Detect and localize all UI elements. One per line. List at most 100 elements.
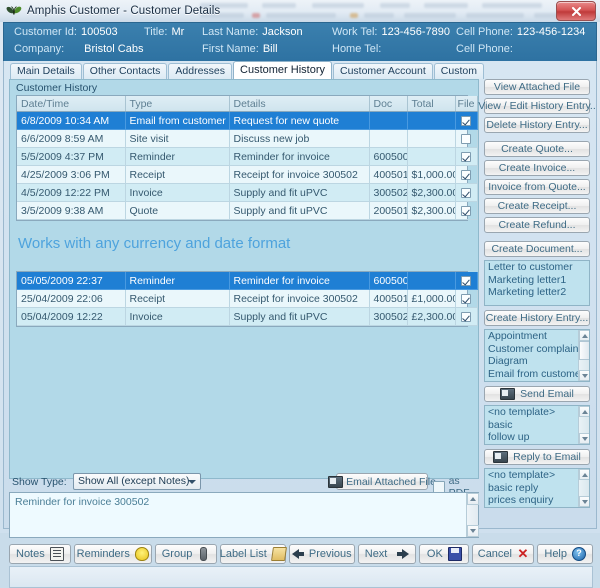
scroll-up-icon[interactable] (579, 406, 590, 417)
table-row[interactable]: 6/6/2009 8:59 AM Site visit Discuss new … (17, 130, 477, 148)
email-template-list[interactable]: <no template> basic follow up (484, 405, 590, 445)
file-checkbox[interactable] (461, 294, 471, 304)
previous-button-label: Previous (309, 548, 352, 560)
reminders-button[interactable]: Reminders (74, 544, 152, 564)
next-button[interactable]: Next (358, 544, 417, 564)
file-checkbox[interactable] (461, 188, 471, 198)
history-type-list[interactable]: Appointment Customer complaint Diagram E… (484, 329, 590, 382)
group-button[interactable]: Group (155, 544, 217, 564)
tab-main-details[interactable]: Main Details (10, 63, 82, 79)
cell-file[interactable] (455, 290, 477, 308)
tab-addresses[interactable]: Addresses (168, 63, 232, 79)
tab-customer-account[interactable]: Customer Account (333, 63, 433, 79)
file-checkbox[interactable] (461, 276, 471, 286)
scroll-up-icon[interactable] (579, 469, 590, 480)
table-row[interactable]: 05/04/2009 12:22 Invoice Supply and fit … (17, 308, 477, 326)
scroll-down-icon[interactable] (467, 525, 479, 537)
file-checkbox[interactable] (461, 134, 471, 144)
cancel-button[interactable]: Cancel ✕ (472, 544, 534, 564)
cell-file[interactable] (455, 148, 477, 166)
table-row[interactable]: 25/04/2009 22:06 Receipt Receipt for inv… (17, 290, 477, 308)
list-item[interactable]: Customer complaint (485, 343, 589, 356)
scroll-down-icon[interactable] (579, 433, 590, 444)
cell-file[interactable] (455, 202, 477, 220)
list-item[interactable]: Diagram (485, 355, 589, 368)
previous-button[interactable]: Previous (289, 544, 355, 564)
col-doc[interactable]: Doc (369, 96, 407, 112)
table-row[interactable]: 4/5/2009 12:22 PM Invoice Supply and fit… (17, 184, 477, 202)
scroll-down-icon[interactable] (579, 496, 590, 507)
field-last-name: Last Name:Jackson (202, 26, 303, 38)
close-button[interactable] (556, 1, 596, 21)
col-type[interactable]: Type (125, 96, 229, 112)
create-refund-button[interactable]: Create Refund... (484, 217, 590, 233)
delete-history-entry-button[interactable]: Delete History Entry... (484, 117, 590, 133)
list-item[interactable]: Appointment (485, 330, 589, 343)
history-grid-us[interactable]: Date/Time Type Details Doc Total File 6/… (16, 95, 468, 221)
list-item[interactable]: Email from customer (485, 368, 589, 381)
tab-customer-history[interactable]: Customer History (233, 61, 332, 79)
col-total[interactable]: Total (407, 96, 455, 112)
cell-total (407, 112, 455, 130)
list-item[interactable]: prices enquiry (485, 494, 589, 507)
list-item[interactable]: Letter to customer (485, 261, 589, 274)
file-checkbox[interactable] (461, 206, 471, 216)
notes-button[interactable]: Notes (9, 544, 71, 564)
send-email-button[interactable]: Send Email (484, 386, 590, 402)
create-document-button[interactable]: Create Document... (484, 241, 590, 257)
col-file[interactable]: File (455, 96, 477, 112)
scroll-down-icon[interactable] (579, 370, 590, 381)
col-datetime[interactable]: Date/Time (17, 96, 125, 112)
list-item[interactable]: <no template> (485, 406, 589, 419)
create-quote-button[interactable]: Create Quote... (484, 141, 590, 157)
list-item[interactable]: Marketing letter2 (485, 286, 589, 299)
cell-file[interactable] (455, 184, 477, 202)
reply-to-email-button[interactable]: Reply to Email (484, 449, 590, 465)
field-company: Company:Bristol Cabs (14, 43, 143, 55)
list-item[interactable]: basic (485, 419, 589, 432)
file-checkbox[interactable] (461, 170, 471, 180)
col-details[interactable]: Details (229, 96, 369, 112)
cell-file[interactable] (455, 130, 477, 148)
tab-custom[interactable]: Custom (434, 63, 484, 79)
history-notes-textarea[interactable]: Reminder for invoice 300502 (9, 492, 479, 538)
tab-other-contacts[interactable]: Other Contacts (83, 63, 168, 79)
list-item[interactable]: Marketing letter1 (485, 274, 589, 287)
create-receipt-button[interactable]: Create Receipt... (484, 198, 590, 214)
scroll-up-icon[interactable] (579, 330, 590, 341)
view-attached-file-button[interactable]: View Attached File (484, 79, 590, 95)
scroll-up-icon[interactable] (467, 493, 479, 505)
list-item[interactable]: basic reply (485, 482, 589, 495)
email-template-scrollbar[interactable] (578, 406, 589, 444)
file-checkbox[interactable] (461, 312, 471, 322)
table-row[interactable]: 4/25/2009 3:06 PM Receipt Receipt for in… (17, 166, 477, 184)
file-checkbox[interactable] (461, 116, 471, 126)
table-row[interactable]: 05/05/2009 22:37 Reminder Reminder for i… (17, 272, 477, 290)
cell-file[interactable] (455, 272, 477, 290)
help-button[interactable]: Help ? (537, 544, 593, 564)
reply-template-scrollbar[interactable] (578, 469, 589, 507)
document-template-list[interactable]: Letter to customer Marketing letter1 Mar… (484, 260, 590, 306)
table-row[interactable]: 5/5/2009 4:37 PM Reminder Reminder for i… (17, 148, 477, 166)
reply-template-list[interactable]: <no template> basic reply prices enquiry (484, 468, 590, 508)
file-checkbox[interactable] (461, 152, 471, 162)
cell-file[interactable] (455, 308, 477, 326)
cell-file[interactable] (455, 166, 477, 184)
scroll-thumb[interactable] (579, 341, 590, 360)
ok-button[interactable]: OK (419, 544, 469, 564)
create-history-entry-button[interactable]: Create History Entry... (484, 310, 590, 326)
notes-scrollbar[interactable] (466, 493, 478, 537)
history-grid-uk[interactable]: 05/05/2009 22:37 Reminder Reminder for i… (16, 271, 468, 327)
label-list-button[interactable]: Label List (220, 544, 286, 564)
email-attached-file-button[interactable]: Email Attached File (336, 473, 428, 490)
create-invoice-button[interactable]: Create Invoice... (484, 160, 590, 176)
invoice-from-quote-button[interactable]: Invoice from Quote... (484, 179, 590, 195)
table-row[interactable]: 3/5/2009 9:38 AM Quote Supply and fit uP… (17, 202, 477, 220)
history-type-scrollbar[interactable] (578, 330, 589, 381)
table-row[interactable]: 6/8/2009 10:34 AM Email from customer Re… (17, 112, 477, 130)
list-item[interactable]: follow up (485, 431, 589, 444)
show-type-select[interactable]: Show All (except Notes) (73, 473, 201, 490)
view-edit-history-entry-button[interactable]: View / Edit History Entry.. (484, 98, 590, 114)
cell-file[interactable] (455, 112, 477, 130)
list-item[interactable]: <no template> (485, 469, 589, 482)
